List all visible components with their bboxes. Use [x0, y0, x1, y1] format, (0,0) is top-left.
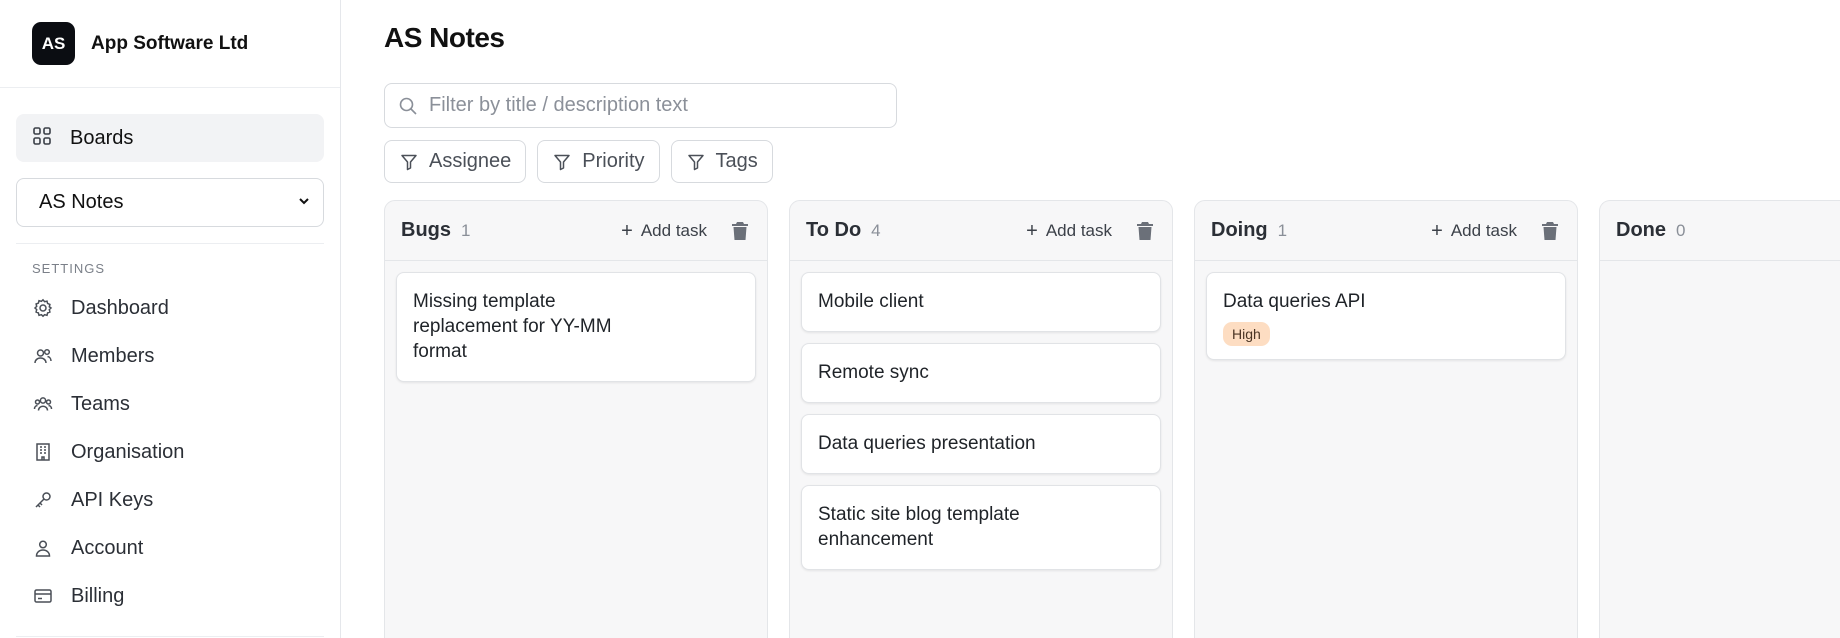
- filter-icon: [399, 152, 419, 172]
- plus-icon: +: [621, 219, 633, 242]
- column-doing: Doing 1 + Add task Data queries API High: [1194, 200, 1578, 638]
- filter-label: Assignee: [429, 150, 512, 172]
- sidebar-item-billing[interactable]: Billing: [32, 572, 184, 620]
- column-header: To Do 4 + Add task: [790, 201, 1172, 261]
- column-title: Bugs: [401, 219, 451, 241]
- filter-icon: [686, 152, 706, 172]
- board-select[interactable]: AS Notes: [16, 178, 324, 227]
- search-icon: [397, 95, 419, 117]
- page-title: AS Notes: [384, 22, 505, 53]
- sidebar-item-label: Teams: [71, 392, 130, 415]
- plus-icon: +: [1431, 219, 1443, 242]
- task-title: Mobile client: [818, 291, 924, 312]
- task-title: Remote sync: [818, 362, 929, 383]
- settings-section-title: SETTINGS: [32, 261, 106, 276]
- org-name: App Software Ltd: [91, 32, 249, 54]
- sidebar-item-organisation[interactable]: Organisation: [32, 428, 184, 476]
- add-task-button[interactable]: + Add task: [1026, 221, 1112, 241]
- add-task-label: Add task: [640, 220, 707, 240]
- assignee-filter-button[interactable]: Assignee: [384, 140, 527, 183]
- filter-icon: [552, 152, 572, 172]
- task-card[interactable]: Mobile client: [801, 272, 1161, 332]
- filter-bar: Assignee Priority Tags: [384, 140, 773, 183]
- org-avatar: AS: [32, 22, 75, 65]
- teams-icon: [32, 393, 54, 415]
- task-card[interactable]: Remote sync: [801, 343, 1161, 403]
- trash-icon[interactable]: [729, 220, 751, 242]
- task-title: Data queries presentation: [818, 433, 1036, 454]
- board-select-value: AS Notes: [39, 191, 124, 213]
- sidebar-item-boards[interactable]: Boards: [16, 114, 324, 162]
- column-count: 0: [1676, 220, 1686, 240]
- add-task-label: Add task: [1450, 220, 1517, 240]
- trash-icon[interactable]: [1539, 220, 1561, 242]
- column-title: To Do: [806, 219, 862, 241]
- task-title: Static site blog template enhancement: [818, 504, 1020, 550]
- sidebar-item-label: Account: [71, 536, 144, 559]
- card-list: Missing template replacement for YY-MM f…: [385, 261, 767, 393]
- search-input[interactable]: [429, 94, 889, 117]
- priority-filter-button[interactable]: Priority: [537, 140, 660, 183]
- sidebar-item-members[interactable]: Members: [32, 332, 184, 380]
- members-icon: [32, 345, 54, 367]
- tags-filter-button[interactable]: Tags: [670, 140, 773, 183]
- column-title: Done: [1616, 219, 1666, 241]
- column-count: 1: [461, 220, 471, 240]
- column-header: Bugs 1 + Add task: [385, 201, 767, 261]
- column-title: Doing: [1211, 219, 1268, 241]
- column-to-do: To Do 4 + Add task Mobile client Remote …: [789, 200, 1173, 638]
- user-icon: [32, 537, 54, 559]
- task-card[interactable]: Data queries presentation: [801, 414, 1161, 474]
- add-task-label: Add task: [1045, 220, 1112, 240]
- board-columns: Bugs 1 + Add task Missing template repla…: [384, 200, 1840, 638]
- settings-nav: Dashboard Members Teams Organisation API…: [32, 284, 184, 620]
- card-list: Data queries API High: [1195, 261, 1577, 371]
- card-list: [1600, 261, 1840, 283]
- column-count: 4: [871, 220, 881, 240]
- key-icon: [32, 489, 54, 511]
- sidebar-item-label: API Keys: [71, 488, 154, 511]
- task-title: Data queries API: [1223, 291, 1366, 312]
- add-task-button[interactable]: + Add task: [621, 221, 707, 241]
- card-list: Mobile client Remote sync Data queries p…: [790, 261, 1172, 581]
- sidebar-item-label: Members: [71, 344, 155, 367]
- sidebar-item-api-keys[interactable]: API Keys: [32, 476, 184, 524]
- sidebar-item-account[interactable]: Account: [32, 524, 184, 572]
- plus-icon: +: [1026, 219, 1038, 242]
- divider: [16, 243, 324, 244]
- sidebar-item-teams[interactable]: Teams: [32, 380, 184, 428]
- grid-icon: [32, 126, 52, 151]
- task-card[interactable]: Data queries API High: [1206, 272, 1566, 360]
- sidebar-item-label: Dashboard: [71, 296, 169, 319]
- filter-label: Priority: [582, 150, 645, 172]
- credit-card-icon: [32, 585, 54, 607]
- trash-icon[interactable]: [1134, 220, 1156, 242]
- sidebar-item-label: Organisation: [71, 440, 185, 463]
- column-count: 1: [1277, 220, 1288, 240]
- task-card[interactable]: Static site blog template enhancement: [801, 485, 1161, 570]
- search-box[interactable]: [384, 83, 897, 128]
- chevron-down-icon: [297, 191, 311, 214]
- sidebar-item-label: Boards: [70, 126, 134, 149]
- column-done: Done 0 +: [1599, 200, 1840, 638]
- sidebar-item-label: Billing: [71, 584, 125, 607]
- gear-icon: [32, 297, 54, 319]
- divider: [16, 636, 324, 637]
- add-task-button[interactable]: + Add task: [1431, 221, 1517, 241]
- org-header[interactable]: AS App Software Ltd: [0, 0, 340, 88]
- task-card[interactable]: Missing template replacement for YY-MM f…: [396, 272, 756, 382]
- building-icon: [32, 441, 54, 463]
- priority-badge: High: [1223, 322, 1270, 346]
- sidebar-item-dashboard[interactable]: Dashboard: [32, 284, 184, 332]
- column-header: Done 0 +: [1600, 201, 1840, 261]
- column-bugs: Bugs 1 + Add task Missing template repla…: [384, 200, 768, 638]
- sidebar: AS App Software Ltd Boards AS Notes SETT…: [0, 0, 341, 638]
- filter-label: Tags: [715, 150, 758, 172]
- task-title: Missing template replacement for YY-MM f…: [413, 291, 612, 362]
- column-header: Doing 1 + Add task: [1195, 201, 1577, 261]
- main-content: AS Notes Assignee Priority Tags: [341, 0, 1840, 638]
